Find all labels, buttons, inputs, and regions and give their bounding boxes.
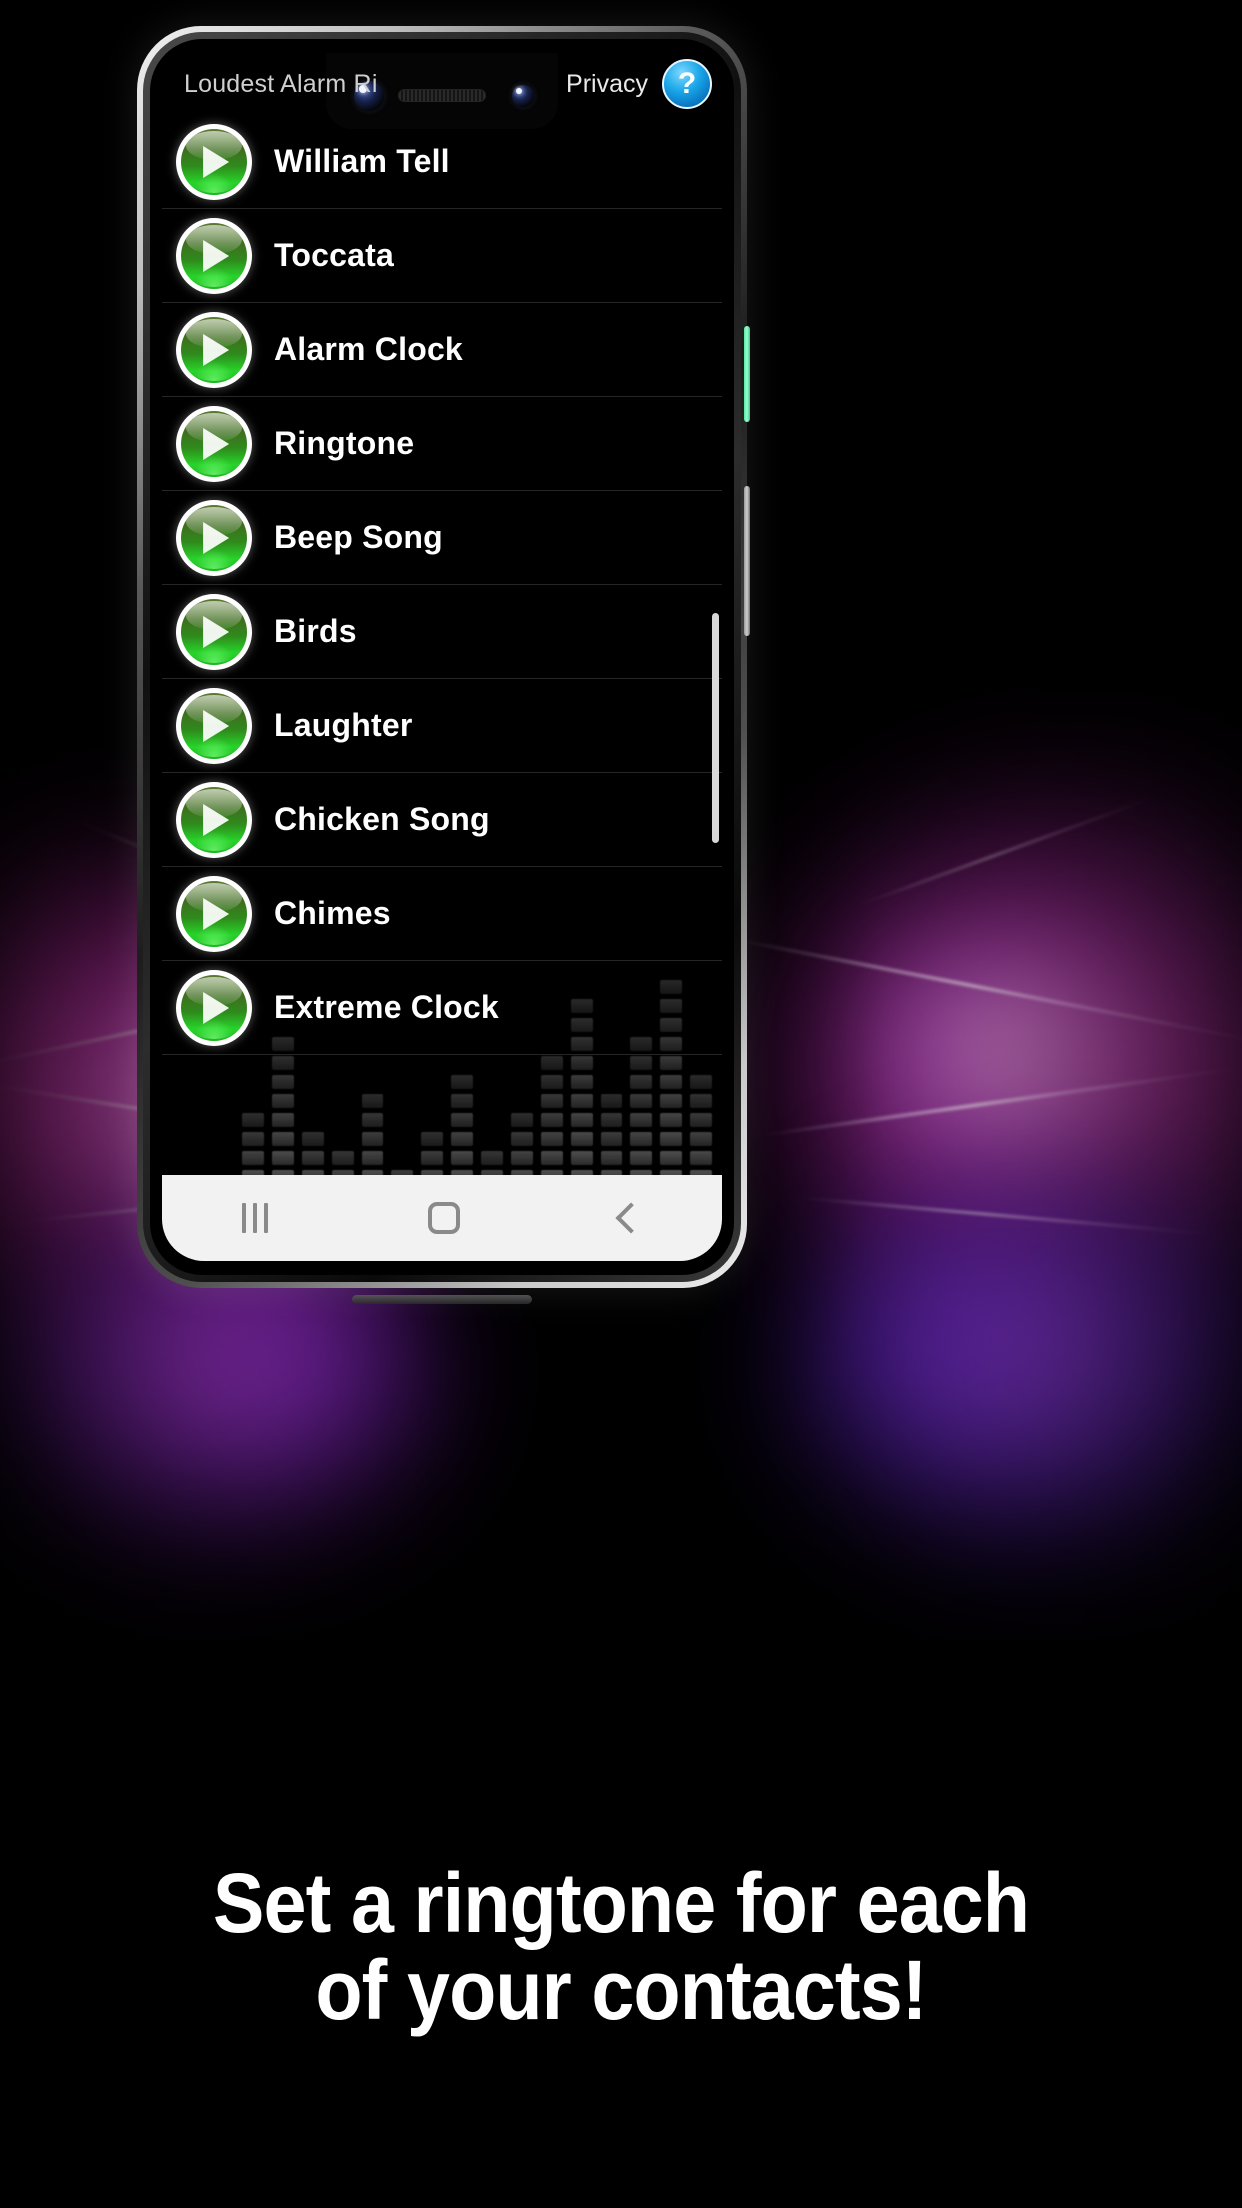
play-icon[interactable] [176,217,252,294]
caption-line-1: Set a ringtone for each [212,1856,1030,1950]
android-nav-bar [162,1175,722,1261]
list-item-label: Laughter [274,707,413,743]
list-item-label: Extreme Clock [274,989,499,1025]
list-item-label: Chimes [274,895,391,931]
privacy-link[interactable]: Privacy [566,70,648,99]
list-item-label: Birds [274,613,357,649]
list-item[interactable]: Birds [162,585,722,679]
phone-power-button [744,326,750,422]
list-item[interactable]: Ringtone [162,397,722,491]
back-icon[interactable] [615,1202,647,1234]
promo-caption: Set a ringtone for each of your contacts… [0,1860,1242,2033]
phone-screen: Loudest Alarm Ri Privacy ? William Tell T… [162,53,722,1261]
list-item-label: Chicken Song [274,801,490,837]
recents-icon[interactable] [242,1203,268,1233]
play-icon[interactable] [176,405,252,482]
list-item[interactable]: Toccata [162,209,722,303]
caption-line-2: of your contacts! [315,1942,927,2037]
header-actions: Privacy ? [566,59,712,109]
list-item-label: Toccata [274,237,394,273]
play-icon[interactable] [176,781,252,858]
help-icon[interactable]: ? [662,59,712,109]
phone-mockup: Loudest Alarm Ri Privacy ? William Tell T… [137,26,750,1304]
list-item[interactable]: Beep Song [162,491,722,585]
phone-bottom-speaker [352,1295,532,1304]
list-item[interactable]: William Tell [162,115,722,209]
ringtone-list[interactable]: William Tell Toccata Alarm Clock Ringtone Be… [162,115,722,1175]
list-item[interactable]: Alarm Clock [162,303,722,397]
play-icon[interactable] [176,687,252,764]
home-icon[interactable] [428,1202,460,1234]
play-icon[interactable] [176,311,252,388]
page-title: Loudest Alarm Ri [184,69,378,98]
play-icon[interactable] [176,499,252,576]
list-item-label: Ringtone [274,425,415,461]
play-icon[interactable] [176,123,252,200]
play-icon[interactable] [176,593,252,670]
play-icon[interactable] [176,875,252,952]
phone-bezel: Loudest Alarm Ri Privacy ? William Tell T… [150,39,734,1275]
app-header: Loudest Alarm Ri Privacy ? [162,53,722,115]
list-item[interactable]: Chicken Song [162,773,722,867]
list-item-label: Alarm Clock [274,331,463,367]
play-icon[interactable] [176,969,252,1046]
phone-volume-button [744,486,750,636]
list-item-label: Beep Song [274,519,443,555]
list-item[interactable]: Laughter [162,679,722,773]
list-item-label: William Tell [274,143,450,179]
list-item[interactable]: Chimes [162,867,722,961]
list-scrollbar[interactable] [712,613,719,843]
list-item[interactable]: Extreme Clock [162,961,722,1055]
